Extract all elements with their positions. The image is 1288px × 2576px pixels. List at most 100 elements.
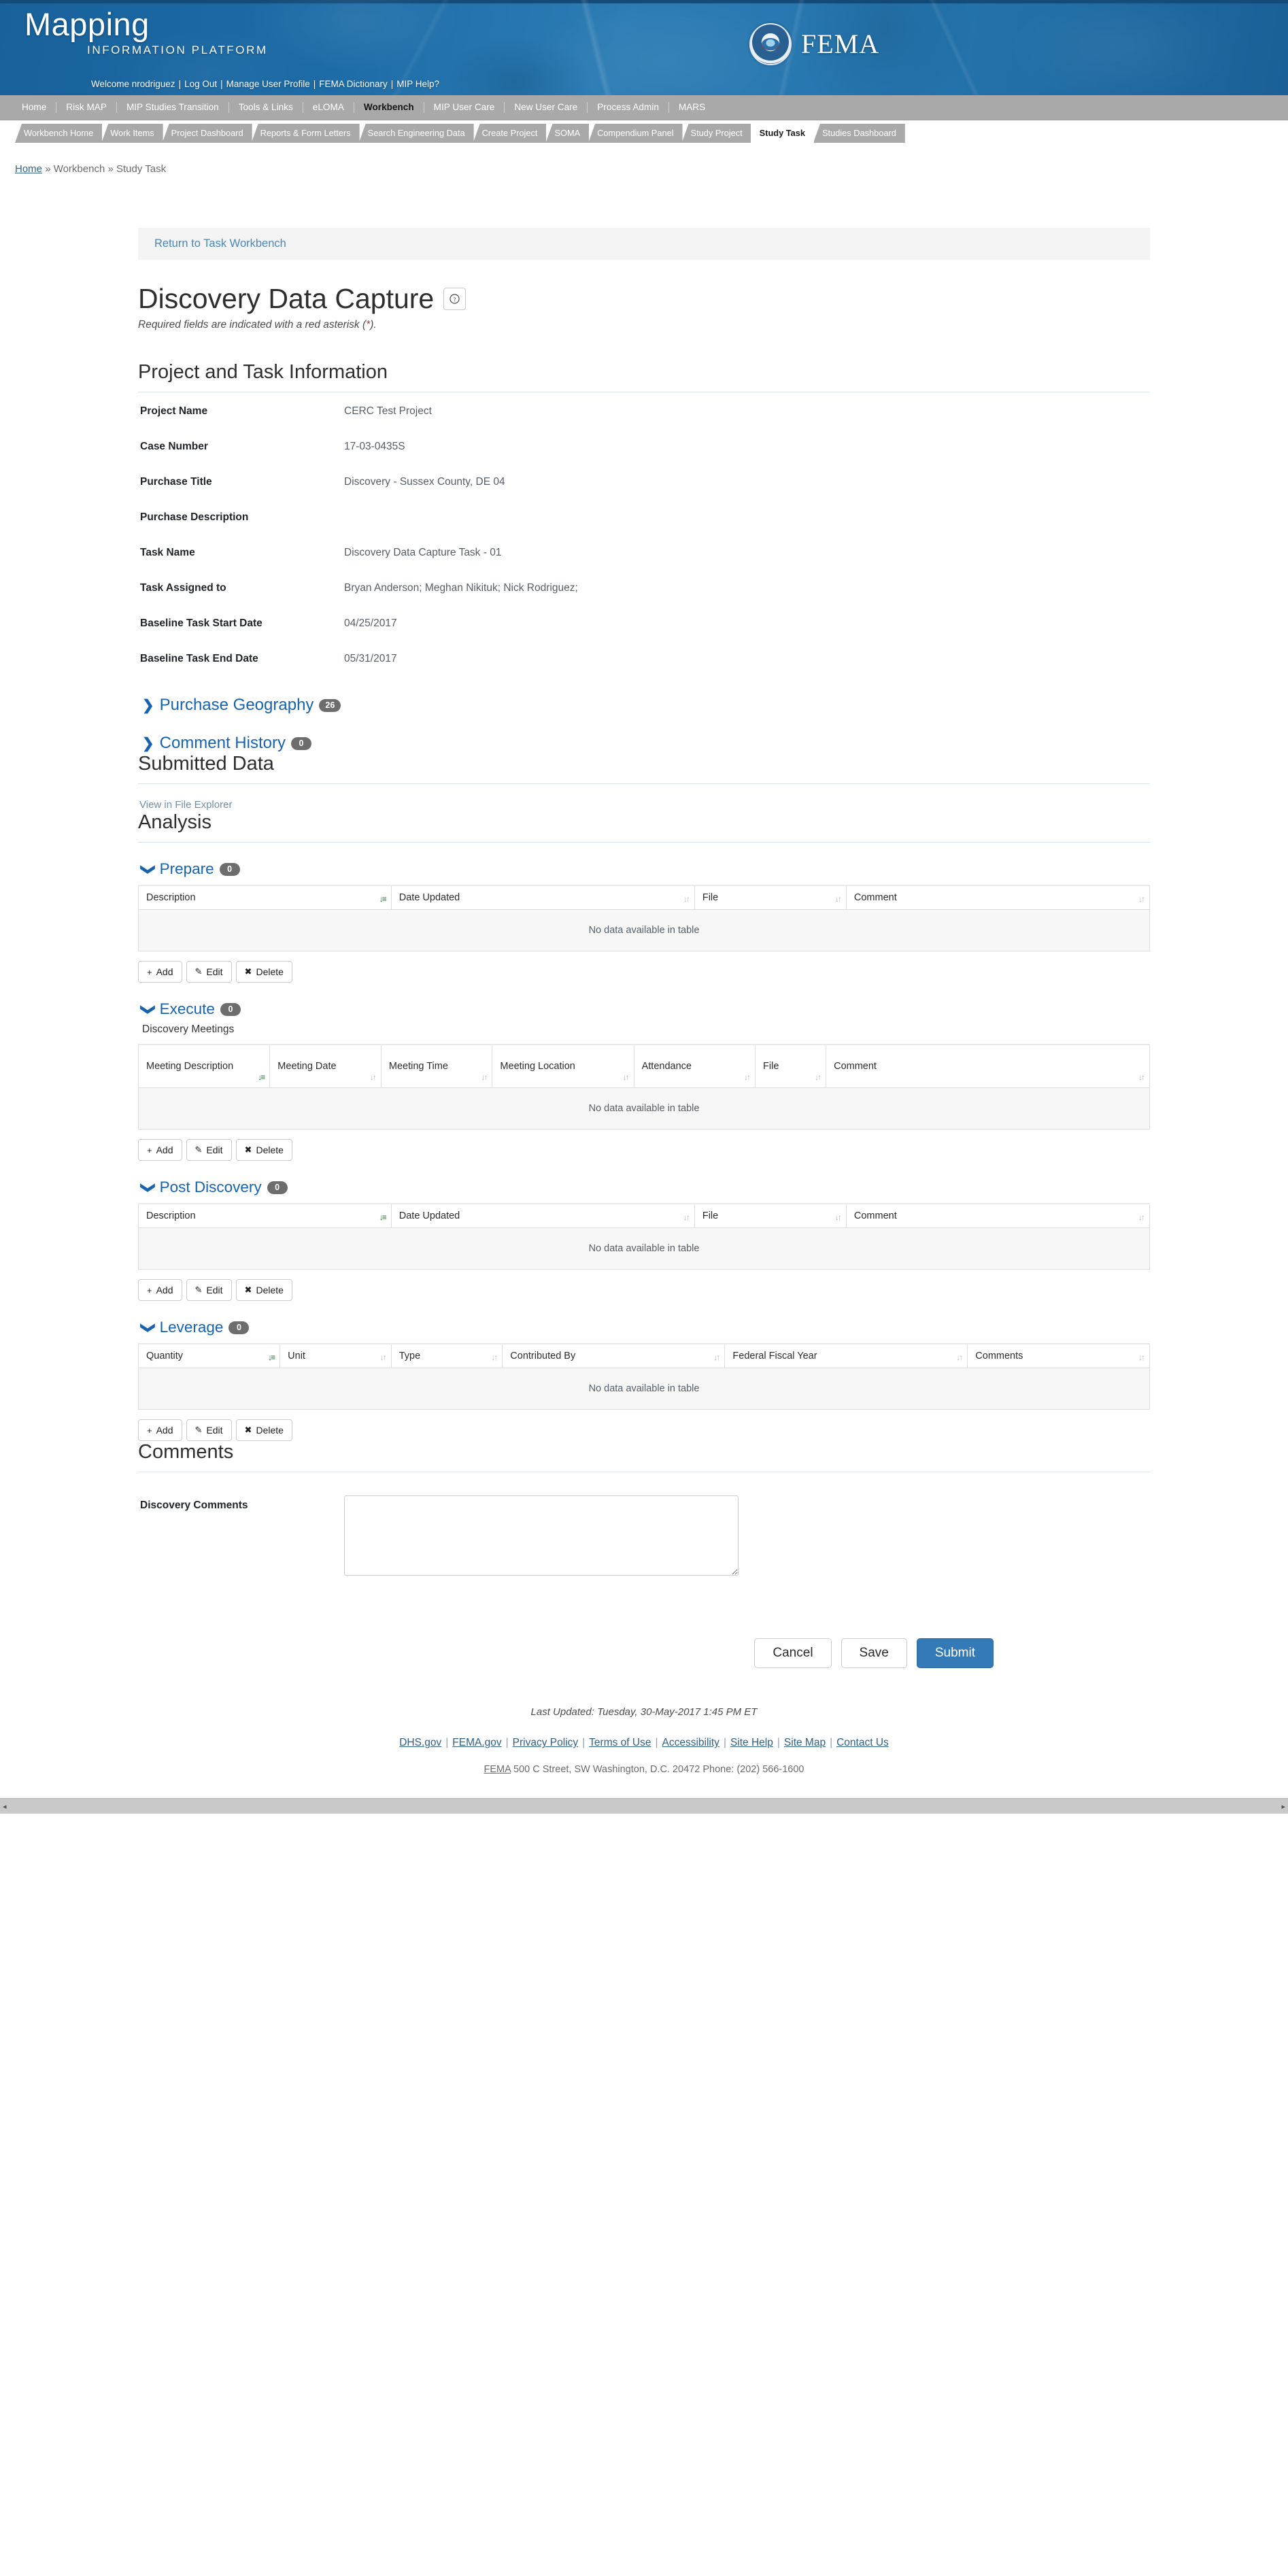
column-header-federal-fiscal-year[interactable]: Federal Fiscal Year ↓↑ (724, 1343, 968, 1369)
analysis-sections: ❯ Prepare 0 Description ↓≡ Date Updated ↓↑ File… (137, 860, 1151, 1442)
column-header-description[interactable]: Description ↓≡ (138, 1203, 392, 1229)
column-header-meeting-description[interactable]: Meeting Description ↓≡ (137, 1044, 271, 1089)
scroll-left-arrow-icon[interactable]: ◂ (3, 1802, 7, 1811)
footer-link-site-help[interactable]: Site Help (726, 1737, 777, 1748)
tab-soma[interactable]: SOMA (545, 124, 590, 143)
sort-both-icon: ↓↑ (1138, 894, 1145, 904)
nav-item-mip-user-care[interactable]: MIP User Care (424, 102, 505, 113)
column-header-type[interactable]: Type ↓↑ (390, 1343, 503, 1369)
fema-dictionary-link[interactable]: FEMA Dictionary (319, 79, 388, 89)
edit-button-post-discovery[interactable]: ✎ Edit (186, 1279, 232, 1302)
column-header-date-updated[interactable]: Date Updated ↓↑ (390, 885, 695, 911)
table-leverage: Quantity ↓≡ Unit ↓↑ Type ↓↑ Contributed By ↓↑ Fe… (137, 1343, 1150, 1410)
footer-link-contact-us[interactable]: Contact Us (832, 1737, 893, 1748)
delete-button-post-discovery[interactable]: ✖ Delete (235, 1279, 292, 1302)
column-header-date-updated[interactable]: Date Updated ↓↑ (390, 1203, 695, 1229)
manage-user-profile-link[interactable]: Manage User Profile (226, 79, 310, 89)
add-button-post-discovery[interactable]: + Add (138, 1279, 182, 1302)
column-header-comments[interactable]: Comments ↓↑ (967, 1343, 1150, 1369)
column-header-comment[interactable]: Comment ↓↑ (845, 885, 1151, 911)
mip-help-link[interactable]: MIP Help? (396, 79, 439, 89)
button-label: Add (156, 966, 173, 978)
return-to-task-workbench-bar[interactable]: Return to Task Workbench (138, 228, 1150, 260)
tab-project-dashboard[interactable]: Project Dashboard (162, 124, 252, 143)
edit-button-prepare[interactable]: ✎ Edit (186, 961, 232, 983)
nav-item-eloma[interactable]: eLOMA (303, 102, 354, 113)
plus-icon: + (147, 1425, 152, 1436)
submitted-data-heading: Submitted Data (138, 753, 1150, 785)
save-button[interactable]: Save (841, 1638, 907, 1669)
cancel-button[interactable]: Cancel (754, 1638, 832, 1669)
column-header-quantity[interactable]: Quantity ↓≡ (137, 1343, 281, 1369)
view-in-file-explorer-link[interactable]: View in File Explorer (139, 799, 232, 811)
tab-work-items[interactable]: Work Items (101, 124, 163, 143)
breadcrumb-home-link[interactable]: Home (15, 163, 42, 175)
column-header-file[interactable]: File ↓↑ (694, 1203, 847, 1229)
nav-item-new-user-care[interactable]: New User Care (505, 102, 588, 113)
nav-item-risk-map[interactable]: Risk MAP (56, 102, 117, 113)
nav-item-tools-links[interactable]: Tools & Links (229, 102, 303, 113)
add-button-prepare[interactable]: + Add (138, 961, 182, 983)
tab-study-task[interactable]: Study Task (750, 124, 814, 143)
collapsible-leverage[interactable]: ❯ Leverage 0 (140, 1319, 1150, 1336)
collapsible-post-discovery[interactable]: ❯ Post Discovery 0 (140, 1179, 1150, 1196)
submit-button[interactable]: Submit (916, 1638, 994, 1669)
nav-item-workbench[interactable]: Workbench (354, 102, 424, 113)
nav-item-mars[interactable]: MARS (669, 102, 715, 113)
field-value-task-assigned-to: Bryan Anderson; Meghan Nikituk; Nick Rod… (344, 582, 578, 594)
column-header-comment[interactable]: Comment ↓↑ (826, 1044, 1150, 1089)
nav-item-home[interactable]: Home (12, 102, 57, 113)
footer-link-dhs-gov[interactable]: DHS.gov (395, 1737, 445, 1748)
log-out-link[interactable]: Log Out (184, 79, 217, 89)
edit-button-leverage[interactable]: ✎ Edit (186, 1419, 232, 1442)
scroll-right-arrow-icon[interactable]: ▸ (1281, 1802, 1285, 1811)
nav-item-mip-studies-transition[interactable]: MIP Studies Transition (117, 102, 229, 113)
column-header-label: Unit (288, 1351, 305, 1362)
collapsible-purchase-geography[interactable]: ❯ Purchase Geography 26 (142, 696, 1150, 715)
add-button-execute[interactable]: + Add (138, 1139, 182, 1162)
column-header-description[interactable]: Description ↓≡ (138, 885, 392, 911)
help-circle-icon[interactable]: ? (443, 288, 467, 311)
sort-both-icon: ↓↑ (379, 1353, 387, 1363)
delete-button-prepare[interactable]: ✖ Delete (235, 961, 292, 983)
column-header-contributed-by[interactable]: Contributed By ↓↑ (502, 1343, 726, 1369)
nav-item-process-admin[interactable]: Process Admin (588, 102, 669, 113)
footer-link-site-map[interactable]: Site Map (780, 1737, 830, 1748)
sort-both-icon: ↓↑ (834, 894, 842, 904)
collapsible-execute[interactable]: ❯ Execute 0 (140, 1000, 1150, 1018)
column-header-comment[interactable]: Comment ↓↑ (845, 1203, 1151, 1229)
button-label: Add (156, 1145, 173, 1156)
collapsible-comment-history[interactable]: ❯ Comment History 0 (142, 734, 1150, 753)
table-actions-post-discovery: + Add ✎ Edit ✖ Delete (138, 1279, 1150, 1302)
tab-create-project[interactable]: Create Project (473, 124, 547, 143)
sort-both-icon: ↓↑ (491, 1353, 498, 1363)
collapsible-prepare[interactable]: ❯ Prepare 0 (140, 860, 1150, 878)
column-header-unit[interactable]: Unit ↓↑ (279, 1343, 392, 1369)
add-button-leverage[interactable]: + Add (138, 1419, 182, 1442)
column-header-meeting-time[interactable]: Meeting Time ↓↑ (380, 1044, 493, 1089)
tab-search-engineering-data[interactable]: Search Engineering Data (358, 124, 474, 143)
site-logo[interactable]: Mapping INFORMATION PLATFORM (24, 8, 268, 57)
horizontal-scrollbar[interactable]: ◂ ▸ (0, 1798, 1288, 1814)
discovery-comments-input[interactable] (344, 1495, 739, 1576)
column-header-file[interactable]: File ↓↑ (694, 885, 847, 911)
column-header-file[interactable]: File ↓↑ (755, 1044, 827, 1089)
footer-link-fema-gov[interactable]: FEMA.gov (448, 1737, 505, 1748)
delete-button-leverage[interactable]: ✖ Delete (235, 1419, 292, 1442)
tab-compendium-panel[interactable]: Compendium Panel (588, 124, 683, 143)
footer-link-accessibility[interactable]: Accessibility (658, 1737, 724, 1748)
tab-study-project[interactable]: Study Project (681, 124, 751, 143)
chevron-down-icon: ❯ (140, 1003, 156, 1015)
column-header-meeting-location[interactable]: Meeting Location ↓↑ (492, 1044, 634, 1089)
edit-button-execute[interactable]: ✎ Edit (186, 1139, 232, 1162)
footer-link-privacy-policy[interactable]: Privacy Policy (509, 1737, 582, 1748)
welcome-text: Welcome nrodriguez (91, 79, 175, 89)
footer-link-terms-of-use[interactable]: Terms of Use (585, 1737, 655, 1748)
column-header-meeting-date[interactable]: Meeting Date ↓↑ (269, 1044, 382, 1089)
tab-reports-form-letters[interactable]: Reports & Form Letters (251, 124, 360, 143)
tab-studies-dashboard[interactable]: Studies Dashboard (813, 124, 905, 143)
column-header-attendance[interactable]: Attendance ↓↑ (633, 1044, 756, 1089)
return-to-task-workbench-link[interactable]: Return to Task Workbench (154, 237, 286, 250)
delete-button-execute[interactable]: ✖ Delete (235, 1139, 292, 1162)
tab-workbench-home[interactable]: Workbench Home (15, 124, 103, 143)
